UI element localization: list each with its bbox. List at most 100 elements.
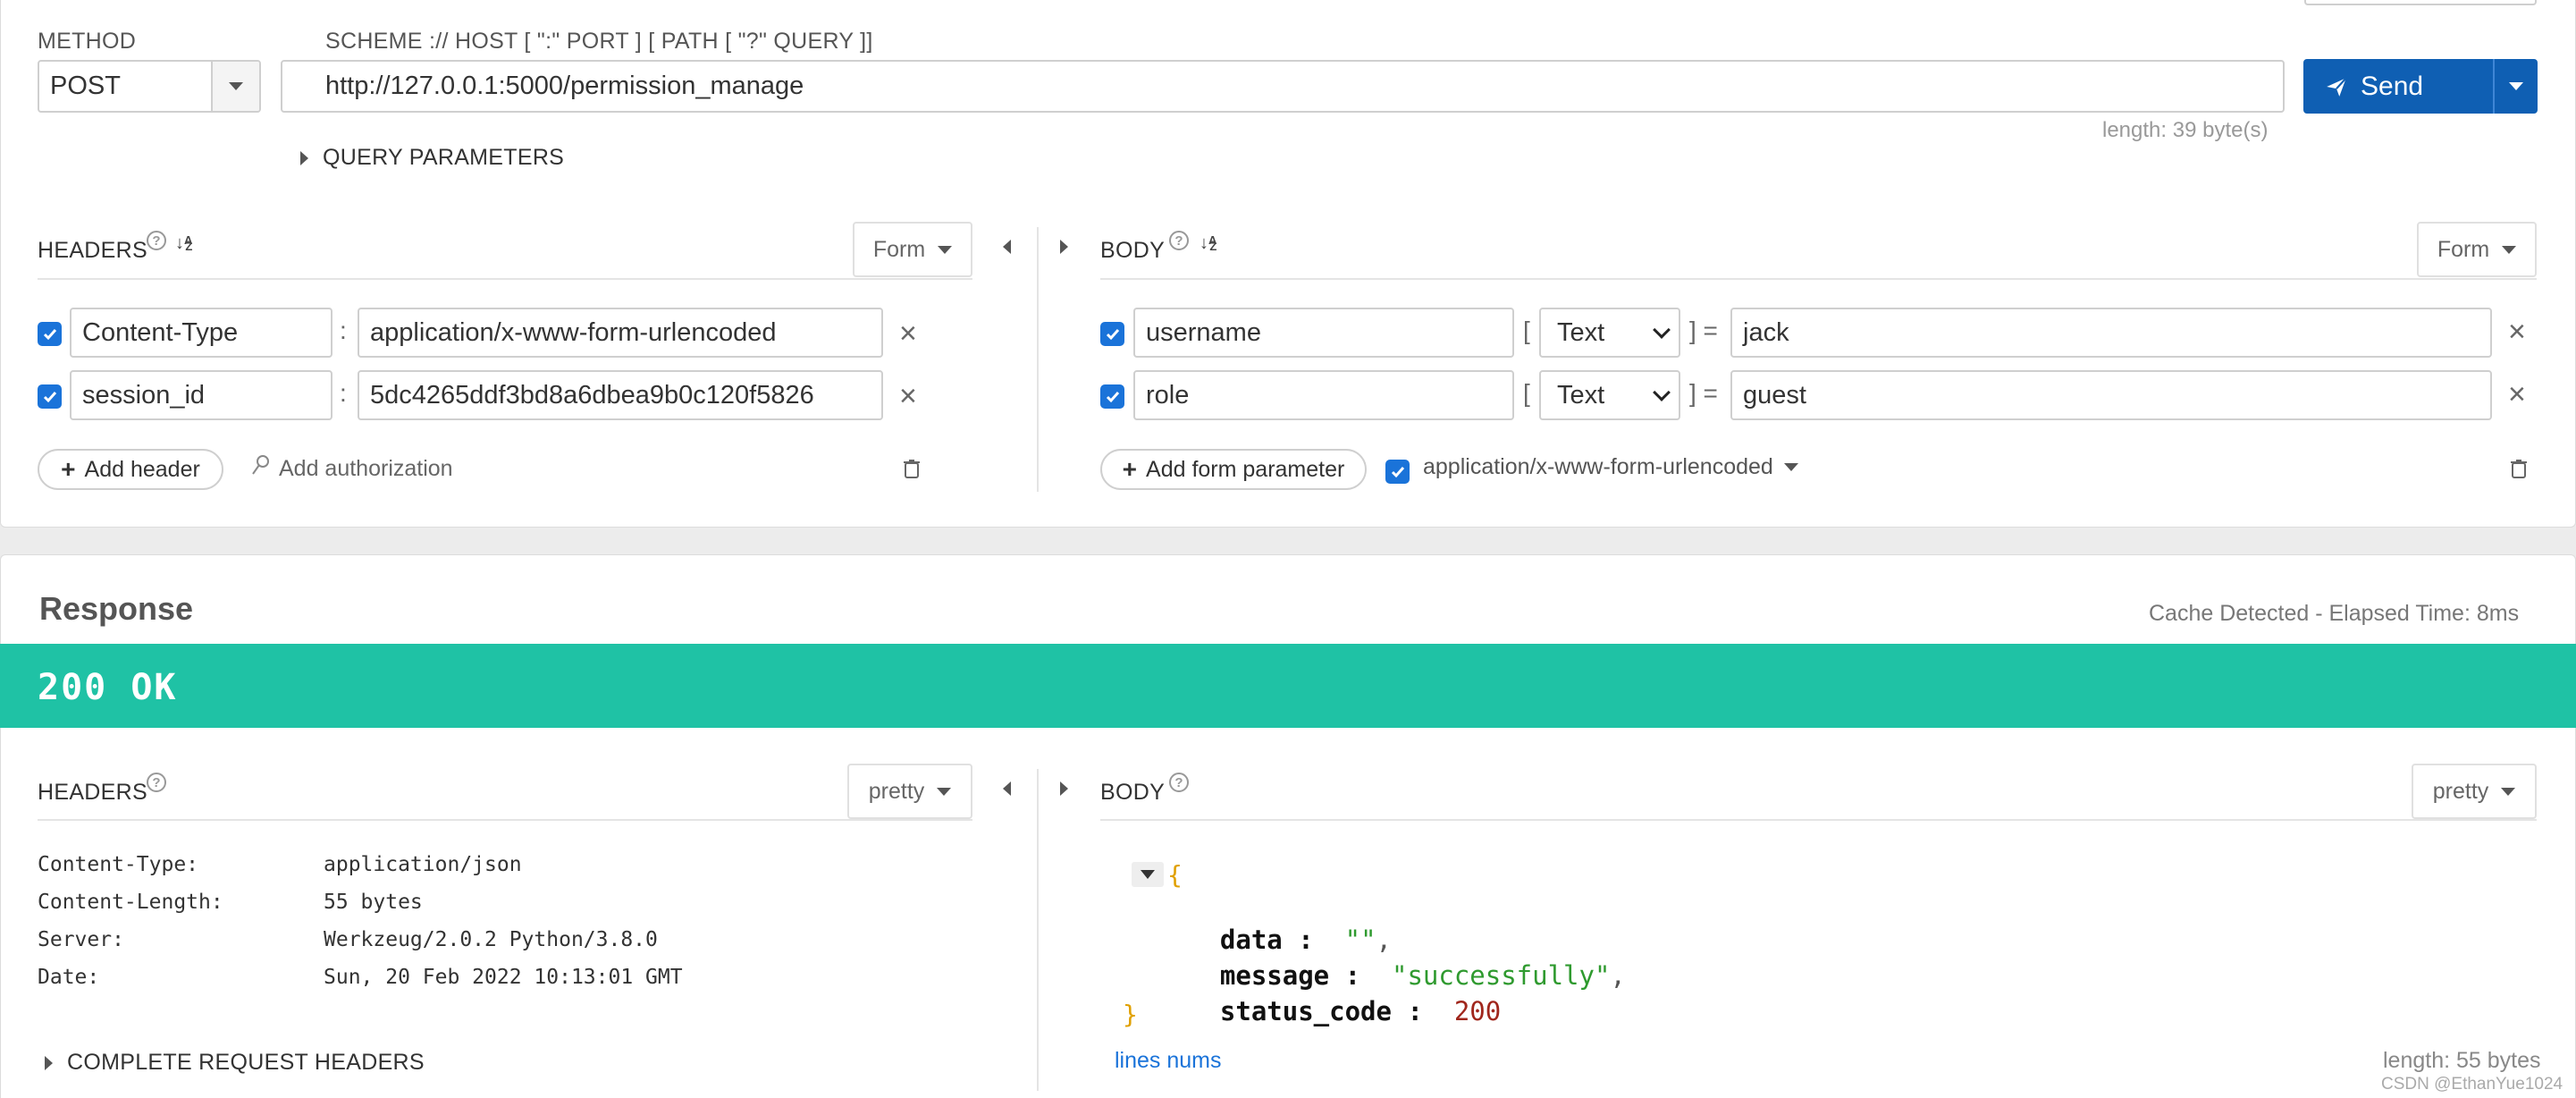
add-authorization-link[interactable]: Add authorization <box>250 454 453 484</box>
add-header-label: Add header <box>84 456 200 482</box>
url-input[interactable]: http://127.0.0.1:5000/permission_manage <box>281 60 2285 113</box>
json-close-brace: } <box>1123 1000 1138 1029</box>
collapse-left-toggle[interactable] <box>1003 781 1011 800</box>
send-icon <box>2325 75 2348 103</box>
header-enabled-checkbox[interactable] <box>38 322 62 346</box>
response-header-value: application/json <box>324 853 522 876</box>
param-name-input[interactable]: role <box>1133 370 1514 420</box>
param-type: Text <box>1557 317 1605 347</box>
param-type-select[interactable]: Text <box>1539 308 1680 358</box>
trash-icon[interactable] <box>903 458 921 484</box>
header-value-input[interactable]: 5dc4265ddf3bd8a6dbea9b0c120f5826 <box>358 370 883 420</box>
add-authorization-label: Add authorization <box>279 456 453 481</box>
format-label: pretty <box>2432 778 2489 804</box>
method-value: POST <box>50 72 121 100</box>
status-text: 200 OK <box>38 667 178 708</box>
plus-icon: + <box>1122 455 1138 483</box>
sort-az-icon[interactable]: ↓AZ <box>175 234 192 252</box>
header-name-input[interactable]: Content-Type <box>70 308 333 358</box>
request-body-title: BODY <box>1100 238 1166 263</box>
response-headers-format-button[interactable]: pretty <box>847 764 972 819</box>
request-body-format-button[interactable]: Form <box>2417 222 2537 277</box>
header-value: 5dc4265ddf3bd8a6dbea9b0c120f5826 <box>370 380 814 410</box>
collapse-right-toggle[interactable] <box>1060 240 1068 258</box>
remove-param-icon[interactable]: × <box>2508 317 2526 347</box>
collapse-left-toggle[interactable] <box>1003 240 1011 258</box>
param-enabled-checkbox[interactable] <box>1100 322 1124 346</box>
chevron-down-icon <box>229 82 243 90</box>
request-headers-format-button[interactable]: Form <box>853 222 972 277</box>
collapse-json-toggle[interactable] <box>1132 862 1164 887</box>
chevron-down-icon <box>2509 82 2523 90</box>
param-value: jack <box>1743 317 1789 347</box>
content-type-label: application/x-www-form-urlencoded <box>1423 454 1773 479</box>
header-enabled-checkbox[interactable] <box>38 384 62 409</box>
url-length: length: 39 byte(s) <box>2102 118 2269 142</box>
chevron-down-icon <box>937 787 952 796</box>
status-bar: 200 OK <box>0 644 2576 728</box>
query-parameters-toggle[interactable]: QUERY PARAMETERS <box>300 145 564 171</box>
plus-icon: + <box>61 455 76 483</box>
response-body-format-button[interactable]: pretty <box>2412 764 2537 819</box>
header-name-input[interactable]: session_id <box>70 370 333 420</box>
query-parameters-label: QUERY PARAMETERS <box>323 145 565 170</box>
param-value: guest <box>1743 380 1806 410</box>
response-header-value: Werkzeug/2.0.2 Python/3.8.0 <box>324 928 658 951</box>
add-form-parameter-button[interactable]: + Add form parameter <box>1100 449 1367 490</box>
remove-header-icon[interactable]: × <box>899 381 917 411</box>
content-type-checkbox[interactable] <box>1385 460 1410 484</box>
method-label: METHOD <box>38 29 137 54</box>
bracket-close-equals: ] = <box>1689 317 1718 344</box>
header-value-input[interactable]: application/x-www-form-urlencoded <box>358 308 883 358</box>
lines-nums-link[interactable]: lines nums <box>1115 1048 1222 1074</box>
remove-header-icon[interactable]: × <box>899 318 917 349</box>
param-type-select[interactable]: Text <box>1539 370 1680 420</box>
chevron-down-icon <box>1653 384 1671 401</box>
sort-az-icon[interactable]: ↓AZ <box>1200 234 1216 252</box>
send-options-toggle[interactable] <box>2493 59 2538 114</box>
colon-separator: : <box>340 379 347 407</box>
param-name-input[interactable]: username <box>1133 308 1514 358</box>
divider <box>38 278 972 280</box>
response-headers-title: HEADERS <box>38 780 147 805</box>
response-title: Response <box>39 590 194 627</box>
bracket-open: [ <box>1523 317 1530 344</box>
send-button[interactable]: Send <box>2303 59 2538 114</box>
url-value: http://127.0.0.1:5000/permission_manage <box>325 72 804 100</box>
help-icon[interactable]: ? <box>147 773 166 792</box>
json-line: status_code : 200 <box>1189 966 1501 1026</box>
chevron-down-icon <box>1653 321 1671 339</box>
response-header-key: Date: <box>38 966 100 989</box>
chevron-right-icon <box>45 1055 53 1070</box>
remove-param-icon[interactable]: × <box>2508 379 2526 410</box>
collapse-right-toggle[interactable] <box>1060 781 1068 800</box>
json-key: status_code <box>1219 996 1392 1026</box>
divider <box>1037 769 1039 1091</box>
cache-info: Cache Detected - Elapsed Time: 8ms <box>2149 601 2520 626</box>
param-value-input[interactable]: guest <box>1730 370 2492 420</box>
help-icon[interactable]: ? <box>147 231 166 250</box>
param-value-input[interactable]: jack <box>1730 308 2492 358</box>
format-label: Form <box>872 236 926 262</box>
method-dropdown-toggle[interactable] <box>211 62 259 111</box>
response-header-value: Sun, 20 Feb 2022 10:13:01 GMT <box>324 966 683 989</box>
header-name: Content-Type <box>82 317 239 347</box>
json-comma: , <box>1610 960 1626 991</box>
add-header-button[interactable]: + Add header <box>38 449 223 490</box>
chevron-down-icon <box>938 245 953 254</box>
help-icon[interactable]: ? <box>1169 231 1189 250</box>
response-header-key: Server: <box>38 928 124 951</box>
chevron-down-icon <box>1783 463 1798 471</box>
method-select[interactable]: POST <box>38 60 261 113</box>
help-icon[interactable]: ? <box>1169 773 1189 792</box>
complete-request-headers-toggle[interactable]: COMPLETE REQUEST HEADERS <box>45 1050 425 1076</box>
content-type-dropdown[interactable]: application/x-www-form-urlencoded <box>1423 454 1798 480</box>
top-right-button-fragment[interactable] <box>2304 0 2537 5</box>
chevron-right-icon <box>1060 240 1068 254</box>
param-enabled-checkbox[interactable] <box>1100 384 1124 409</box>
chevron-right-icon <box>1060 781 1068 796</box>
divider <box>1100 278 2537 280</box>
param-name: role <box>1146 380 1190 410</box>
header-name: session_id <box>82 380 206 410</box>
trash-icon[interactable] <box>2510 458 2528 484</box>
